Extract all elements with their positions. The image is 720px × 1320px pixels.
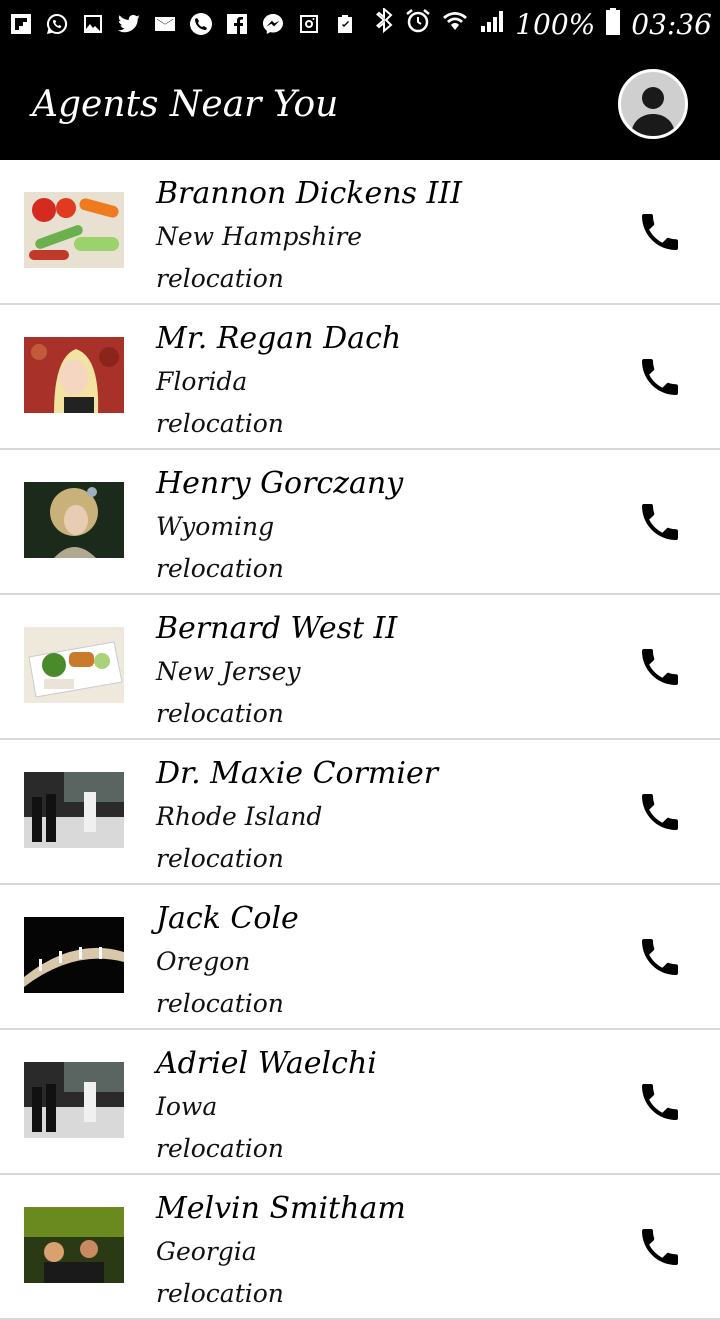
agent-state: Iowa (156, 1092, 218, 1121)
agent-row-8[interactable]: Melvin Smitham Georgia relocation (0, 1175, 720, 1320)
agent-name: Dr. Maxie Cormier (156, 756, 439, 791)
facebook-icon (224, 11, 250, 37)
call-phone-icon[interactable] (636, 933, 684, 981)
agent-state: Oregon (156, 947, 251, 976)
twitter-icon (116, 11, 142, 37)
alarm-icon (405, 8, 431, 41)
agent-reason: relocation (156, 554, 284, 583)
agent-row-5[interactable]: Dr. Maxie Cormier Rhode Island relocatio… (0, 740, 720, 885)
wifi-icon (441, 8, 469, 41)
call-phone-icon[interactable] (636, 1078, 684, 1126)
signal-icon (479, 8, 505, 41)
battery-icon (605, 7, 621, 42)
agent-name: Jack Cole (156, 901, 299, 936)
food-tray-photo (24, 627, 124, 703)
agent-reason: relocation (156, 1134, 284, 1163)
status-bar: 100% 03:36 (0, 0, 720, 48)
agent-reason: relocation (156, 699, 284, 728)
battery-text: 100% (515, 7, 596, 41)
agent-name: Brannon Dickens III (156, 176, 463, 211)
call-phone-icon[interactable] (636, 208, 684, 256)
call-phone-icon[interactable] (636, 353, 684, 401)
bluetooth-icon (375, 6, 395, 41)
call-phone-icon[interactable] (636, 788, 684, 836)
instagram-icon (296, 11, 322, 37)
page-title: Agents Near You (32, 83, 339, 125)
agent-state: Rhode Island (156, 802, 323, 831)
agent-state: New Hampshire (156, 222, 363, 251)
whatsapp-icon (44, 11, 70, 37)
agent-state: Florida (156, 367, 248, 396)
clock: 03:36 (631, 7, 712, 41)
blonde-woman-photo (24, 337, 124, 413)
gallery-icon (80, 11, 106, 37)
agent-name: Mr. Regan Dach (156, 321, 402, 356)
messenger-icon (260, 11, 286, 37)
agent-name: Henry Gorczany (156, 466, 404, 501)
clipboard-icon (332, 11, 358, 37)
agent-state: New Jersey (156, 657, 301, 686)
agent-list: Brannon Dickens III New Hampshire reloca… (0, 160, 720, 1320)
bar-crowd-photo (24, 1207, 124, 1283)
vegetables-photo (24, 192, 124, 268)
call-phone-icon[interactable] (636, 1223, 684, 1271)
call-phone-icon[interactable] (636, 498, 684, 546)
girl-with-flowers-photo (24, 482, 124, 558)
email-icon (152, 11, 178, 37)
agent-reason: relocation (156, 844, 284, 873)
agent-reason: relocation (156, 989, 284, 1018)
call-phone-icon[interactable] (636, 643, 684, 691)
agent-row-3[interactable]: Henry Gorczany Wyoming relocation (0, 450, 720, 595)
agent-reason: relocation (156, 409, 284, 438)
agent-row-2[interactable]: Mr. Regan Dach Florida relocation (0, 305, 720, 450)
agent-state: Georgia (156, 1237, 257, 1266)
person-silhouette-icon (631, 87, 675, 136)
agent-reason: relocation (156, 1279, 284, 1308)
runway-photo (24, 917, 124, 993)
agent-name: Adriel Waelchi (156, 1046, 377, 1081)
agent-name: Bernard West II (156, 611, 398, 646)
flipboard-icon (8, 11, 34, 37)
agent-reason: relocation (156, 264, 284, 293)
kitchen-photo (24, 772, 124, 848)
profile-avatar-icon[interactable] (618, 69, 688, 139)
agent-row-1[interactable]: Brannon Dickens III New Hampshire reloca… (0, 160, 720, 305)
agent-name: Melvin Smitham (156, 1191, 406, 1226)
agent-row-6[interactable]: Jack Cole Oregon relocation (0, 885, 720, 1030)
agent-row-7[interactable]: Adriel Waelchi Iowa relocation (0, 1030, 720, 1175)
phone-icon (188, 11, 214, 37)
app-bar: Agents Near You (0, 48, 720, 160)
agent-row-4[interactable]: Bernard West II New Jersey relocation (0, 595, 720, 740)
kitchen-photo (24, 1062, 124, 1138)
agent-state: Wyoming (156, 512, 275, 541)
